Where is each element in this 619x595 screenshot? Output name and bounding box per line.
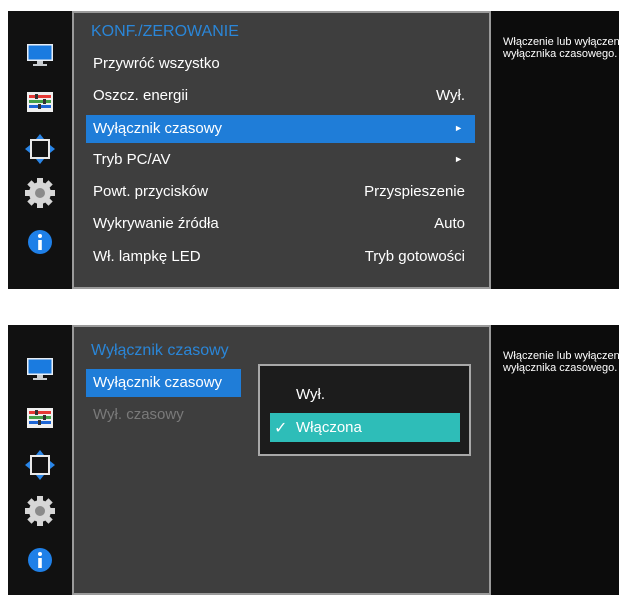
option-on[interactable]: ✓ Włączona bbox=[270, 413, 460, 442]
size-position-icon[interactable] bbox=[24, 133, 56, 165]
menu-item-label: Wł. lampkę LED bbox=[93, 248, 201, 265]
osd-panel-off-timer: Wyłącznik czasowy Wyłącznik czasowy Wył.… bbox=[8, 325, 619, 595]
menu-title: KONF./ZEROWANIE bbox=[91, 23, 239, 40]
size-position-icon[interactable] bbox=[24, 449, 56, 481]
menu-item-source-detection[interactable]: Wykrywanie źródła Auto bbox=[86, 210, 475, 238]
menu-item-label: Wyłącznik czasowy bbox=[93, 120, 223, 137]
monitor-icon[interactable] bbox=[24, 39, 56, 71]
color-icon[interactable] bbox=[24, 86, 56, 118]
off-timer-menu: Wyłącznik czasowy Wyłącznik czasowy Wył.… bbox=[72, 325, 491, 595]
menu-item-power-led[interactable]: Wł. lampkę LED Tryb gotowości bbox=[86, 243, 475, 271]
information-icon[interactable] bbox=[24, 226, 56, 258]
menu-item-pc-av-mode[interactable]: Tryb PC/AV ► bbox=[86, 146, 475, 174]
submenu-arrow-icon: ► bbox=[454, 123, 463, 133]
sidebar-icon-bar bbox=[8, 11, 72, 289]
menu-item-reset-all[interactable]: Przywróć wszystko bbox=[86, 50, 475, 78]
option-label: Wył. bbox=[296, 386, 326, 403]
menu-item-label: Wyłącznik czasowy bbox=[93, 374, 223, 391]
menu-item-label: Powt. przycisków bbox=[93, 183, 209, 200]
sidebar-icon-bar bbox=[8, 325, 72, 595]
menu-title: Wyłącznik czasowy bbox=[91, 342, 229, 359]
menu-item-value: Tryb gotowości bbox=[364, 248, 465, 265]
menu-item-value: Przyspieszenie bbox=[364, 183, 465, 200]
settings-gear-icon[interactable] bbox=[24, 495, 56, 527]
menu-item-label: Wykrywanie źródła bbox=[93, 215, 219, 232]
menu-item-label: Wył. czasowy bbox=[93, 406, 184, 423]
help-panel: Włączenie lub wyłączenie wyłącznika czas… bbox=[491, 11, 619, 289]
option-off[interactable]: Wył. bbox=[270, 380, 460, 409]
menu-item-label: Tryb PC/AV bbox=[93, 151, 171, 168]
menu-item-label: Przywróć wszystko bbox=[93, 55, 220, 72]
submenu-arrow-icon: ► bbox=[454, 154, 463, 164]
help-panel: Włączenie lub wyłączenie wyłącznika czas… bbox=[491, 325, 619, 595]
monitor-icon[interactable] bbox=[24, 353, 56, 385]
menu-item-off-timer[interactable]: Wyłącznik czasowy bbox=[86, 369, 241, 397]
menu-item-value: Wył. bbox=[435, 87, 465, 104]
settings-gear-icon[interactable] bbox=[24, 177, 56, 209]
off-timer-options-popup: Wył. ✓ Włączona bbox=[258, 364, 471, 456]
menu-item-label: Oszcz. energii bbox=[93, 87, 189, 104]
menu-item-eco-saving[interactable]: Oszcz. energii Wył. bbox=[86, 82, 475, 110]
menu-item-key-repeat[interactable]: Powt. przycisków Przyspieszenie bbox=[86, 178, 475, 206]
option-label: Włączona bbox=[296, 419, 362, 436]
help-text: Włączenie lub wyłączenie wyłącznika czas… bbox=[503, 350, 619, 374]
information-icon[interactable] bbox=[24, 544, 56, 576]
menu-item-value: Auto bbox=[434, 215, 465, 232]
checkmark-icon: ✓ bbox=[274, 420, 288, 437]
setup-reset-menu: KONF./ZEROWANIE Przywróć wszystko Oszcz.… bbox=[72, 11, 491, 289]
color-icon[interactable] bbox=[24, 402, 56, 434]
help-text: Włączenie lub wyłączenie wyłącznika czas… bbox=[503, 36, 619, 60]
menu-item-turn-off-after: Wył. czasowy bbox=[86, 401, 241, 429]
menu-item-off-timer[interactable]: Wyłącznik czasowy ► bbox=[86, 115, 475, 143]
osd-panel-setup-reset: KONF./ZEROWANIE Przywróć wszystko Oszcz.… bbox=[8, 11, 619, 289]
